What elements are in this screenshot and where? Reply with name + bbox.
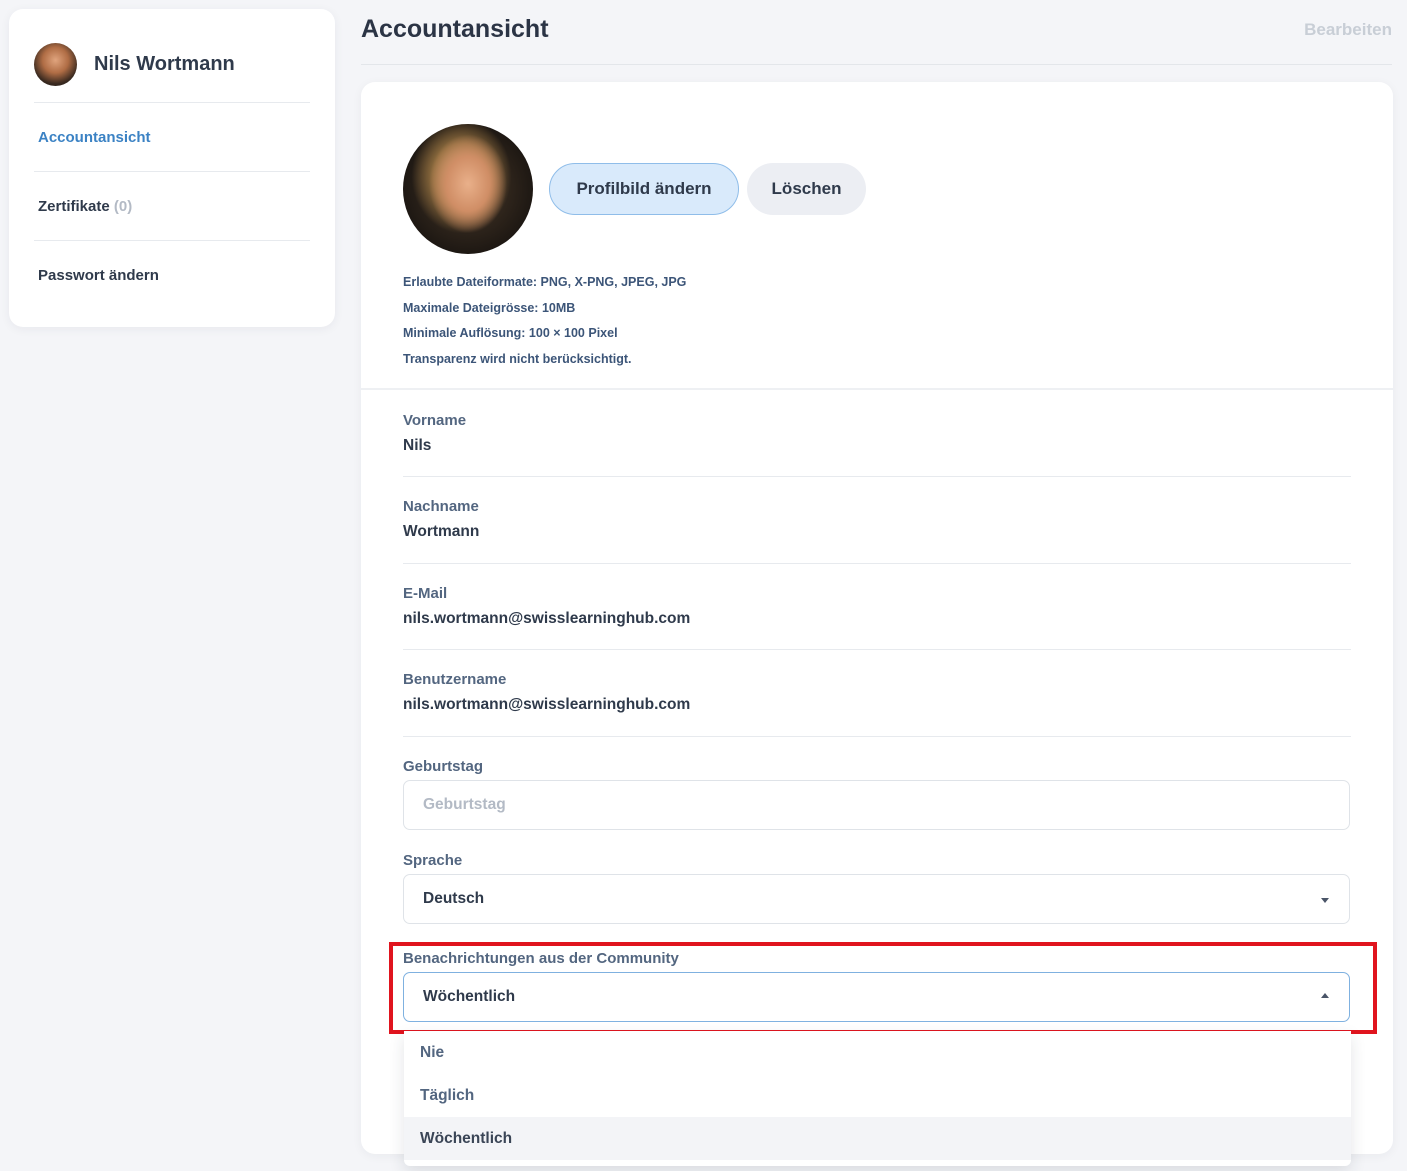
sidebar: Nils Wortmann Accountansicht Zertifikate…	[9, 9, 335, 327]
username-value: nils.wortmann@swisslearninghub.com	[403, 696, 691, 713]
user-name: Nils Wortmann	[94, 52, 235, 75]
community-notifications-dropdown: Nie Täglich Wöchentlich	[404, 1031, 1351, 1166]
sidebar-user: Nils Wortmann	[34, 42, 310, 86]
hint-resolution: Minimale Auflösung: 100 × 100 Pixel	[403, 326, 618, 340]
divider	[403, 736, 1351, 737]
first-name-value: Nils	[403, 437, 432, 454]
sidebar-item-label: Accountansicht	[38, 129, 151, 146]
chevron-down-icon	[1321, 898, 1329, 903]
sidebar-item-label: Passwort ändern	[38, 267, 159, 284]
hint-file-formats: Erlaubte Dateiformate: PNG, X-PNG, JPEG,…	[403, 275, 687, 289]
divider	[403, 649, 1351, 650]
email-label: E-Mail	[403, 585, 448, 602]
highlight-box	[389, 942, 1377, 1034]
dropdown-option-nie[interactable]: Nie	[404, 1031, 1351, 1074]
header-divider	[361, 64, 1392, 65]
change-profile-picture-button[interactable]: Profilbild ändern	[549, 163, 739, 215]
divider	[403, 563, 1351, 564]
edit-button[interactable]: Bearbeiten	[1304, 20, 1392, 40]
dropdown-option-taeglich[interactable]: Täglich	[404, 1074, 1351, 1117]
divider	[403, 476, 1351, 477]
delete-profile-picture-button[interactable]: Löschen	[747, 163, 866, 215]
divider	[34, 240, 310, 241]
sidebar-item-passwort-aendern[interactable]: Passwort ändern	[38, 267, 159, 284]
last-name-value: Wortmann	[403, 523, 480, 540]
sidebar-item-accountansicht[interactable]: Accountansicht	[38, 129, 151, 146]
language-select[interactable]: Deutsch	[403, 874, 1350, 924]
sidebar-item-label: Zertifikate	[38, 198, 110, 215]
language-label: Sprache	[403, 852, 463, 869]
page-title: Accountansicht	[361, 15, 549, 43]
birthday-input[interactable]: Geburtstag	[403, 780, 1350, 830]
avatar	[34, 42, 77, 86]
hint-transparency: Transparenz wird nicht berücksichtigt.	[403, 352, 632, 366]
sidebar-item-zertifikate[interactable]: Zertifikate (0)	[38, 198, 132, 215]
profile-photo	[403, 124, 533, 254]
divider	[34, 102, 310, 103]
email-value: nils.wortmann@swisslearninghub.com	[403, 610, 691, 627]
section-divider	[361, 388, 1393, 390]
last-name-label: Nachname	[403, 498, 479, 515]
username-label: Benutzername	[403, 671, 507, 688]
certificate-count: (0)	[113, 198, 133, 215]
first-name-label: Vorname	[403, 412, 467, 429]
hint-file-size: Maximale Dateigrösse: 10MB	[403, 301, 576, 315]
dropdown-option-woechentlich[interactable]: Wöchentlich	[404, 1117, 1351, 1160]
birthday-label: Geburtstag	[403, 758, 484, 775]
language-select-value: Deutsch	[423, 890, 485, 907]
divider	[34, 171, 310, 172]
